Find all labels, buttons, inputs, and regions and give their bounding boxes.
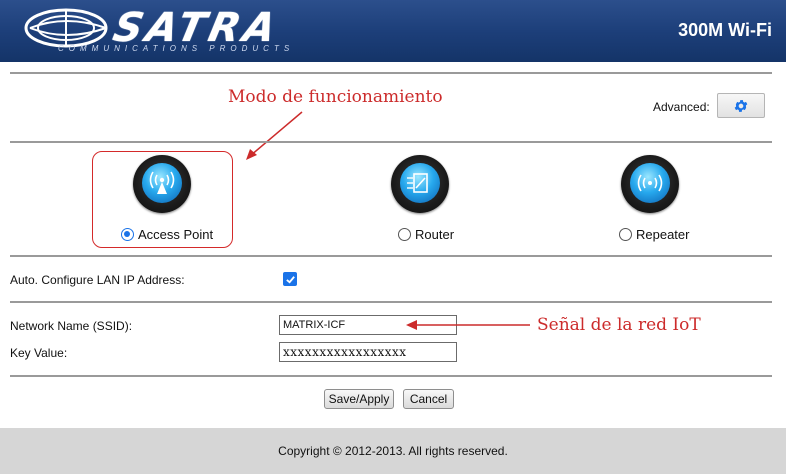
- divider: [10, 72, 772, 74]
- divider: [10, 255, 772, 257]
- divider: [10, 375, 772, 377]
- mode-repeater[interactable]: [621, 155, 679, 213]
- annotation-arrow-ssid: [406, 320, 530, 330]
- save-apply-button[interactable]: Save/Apply: [324, 389, 394, 409]
- gear-icon: [734, 99, 748, 112]
- radio-button[interactable]: [619, 228, 632, 241]
- radio-button[interactable]: [398, 228, 411, 241]
- mode-access-point[interactable]: [133, 155, 191, 213]
- satra-logo: SATRA COMMUNICATIONS PRODUCTS: [22, 5, 342, 54]
- check-icon: [285, 275, 295, 284]
- mode-label-access-point: Access Point: [138, 227, 214, 242]
- header-bar: SATRA COMMUNICATIONS PRODUCTS 300M Wi-Fi: [0, 0, 786, 62]
- mode-label-router: Router: [415, 227, 455, 242]
- divider: [10, 141, 772, 143]
- cancel-button[interactable]: Cancel: [403, 389, 454, 409]
- annotation-arrow-mode: [246, 111, 303, 160]
- logo-subtitle: COMMUNICATIONS PRODUCTS: [58, 44, 295, 53]
- repeater-icon: [637, 174, 663, 192]
- key-input[interactable]: xxxxxxxxxxxxxxxxx: [279, 342, 457, 362]
- logo-text: SATRA: [109, 5, 284, 51]
- copyright-text: Copyright © 2012-2013. All rights reserv…: [278, 444, 508, 458]
- lan-auto-config-label: Auto. Configure LAN IP Address:: [10, 273, 185, 287]
- key-label: Key Value:: [10, 346, 68, 360]
- divider: [10, 301, 772, 303]
- lan-auto-config-checkbox[interactable]: [283, 272, 297, 286]
- annotation-ssid: Señal de la red IoT: [537, 315, 701, 335]
- ssid-label: Network Name (SSID):: [10, 319, 133, 333]
- advanced-label: Advanced:: [653, 100, 710, 114]
- mode-router[interactable]: [391, 155, 449, 213]
- footer: Copyright © 2012-2013. All rights reserv…: [0, 428, 786, 474]
- access-point-icon: [149, 171, 175, 194]
- radio-router[interactable]: Router: [398, 227, 454, 242]
- advanced-settings-button[interactable]: [717, 93, 765, 118]
- annotation-mode: Modo de funcionamiento: [228, 87, 443, 107]
- radio-button-selected[interactable]: [121, 228, 134, 241]
- radio-repeater[interactable]: Repeater: [619, 227, 689, 242]
- mode-label-repeater: Repeater: [636, 227, 690, 242]
- router-icon: [407, 173, 428, 193]
- model-title: 300M Wi-Fi: [678, 20, 772, 40]
- radio-access-point[interactable]: Access Point: [121, 227, 213, 242]
